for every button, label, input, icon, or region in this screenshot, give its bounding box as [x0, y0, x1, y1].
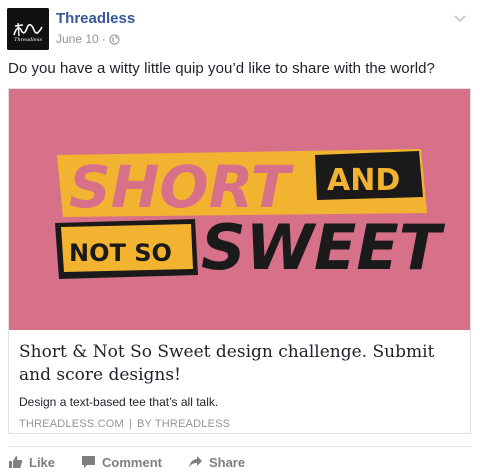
artwork-text-sweet: SWEET	[201, 211, 446, 284]
thumbs-up-icon	[9, 456, 23, 468]
post-header: Threadless Threadless June 10 ·	[7, 8, 473, 50]
globe-icon[interactable]	[109, 33, 120, 45]
artwork-text-not-so: NOT SO	[69, 239, 172, 267]
link-preview-image[interactable]: SHORT AND NOT SO SWEET	[9, 89, 470, 330]
meta-separator: ·	[101, 32, 106, 46]
link-domain-line: THREADLESS.COM | BY THREADLESS	[19, 418, 459, 430]
avatar[interactable]: Threadless	[7, 8, 49, 50]
facebook-post: Threadless Threadless June 10 · Do you h…	[0, 0, 480, 476]
domain-separator: |	[128, 418, 132, 430]
share-label: Share	[208, 454, 246, 470]
page-name-link[interactable]: Threadless	[56, 10, 135, 27]
post-actions: Like Comment Share	[8, 452, 471, 472]
comment-label: Comment	[102, 454, 162, 470]
comment-icon	[82, 456, 96, 468]
share-icon	[188, 456, 202, 468]
post-date[interactable]: June 10	[56, 32, 99, 46]
artwork-text-and: AND	[327, 163, 400, 198]
threadless-logo: Threadless	[7, 8, 49, 50]
link-preview-card[interactable]: SHORT AND NOT SO SWEET Short & Not So Sw…	[8, 88, 471, 434]
like-label: Like	[29, 454, 56, 470]
comment-button[interactable]: Comment	[81, 455, 162, 470]
link-title[interactable]: Short & Not So Sweet design challenge. S…	[19, 341, 459, 387]
short-not-so-sweet-artwork: SHORT AND NOT SO SWEET	[9, 89, 470, 330]
like-button[interactable]: Like	[8, 455, 55, 470]
post-meta: June 10 ·	[56, 32, 120, 46]
share-button[interactable]: Share	[188, 455, 245, 470]
link-description: Design a text-based tee that’s all talk.	[19, 395, 219, 409]
link-byline: BY THREADLESS	[136, 418, 231, 430]
link-domain: THREADLESS.COM	[19, 418, 124, 430]
post-message: Do you have a witty little quip you’d li…	[8, 60, 435, 77]
actions-divider	[8, 446, 471, 447]
avatar-label: Threadless	[14, 37, 42, 43]
chevron-down-icon[interactable]	[453, 14, 467, 24]
link-preview-text: Short & Not So Sweet design challenge. S…	[19, 341, 459, 430]
